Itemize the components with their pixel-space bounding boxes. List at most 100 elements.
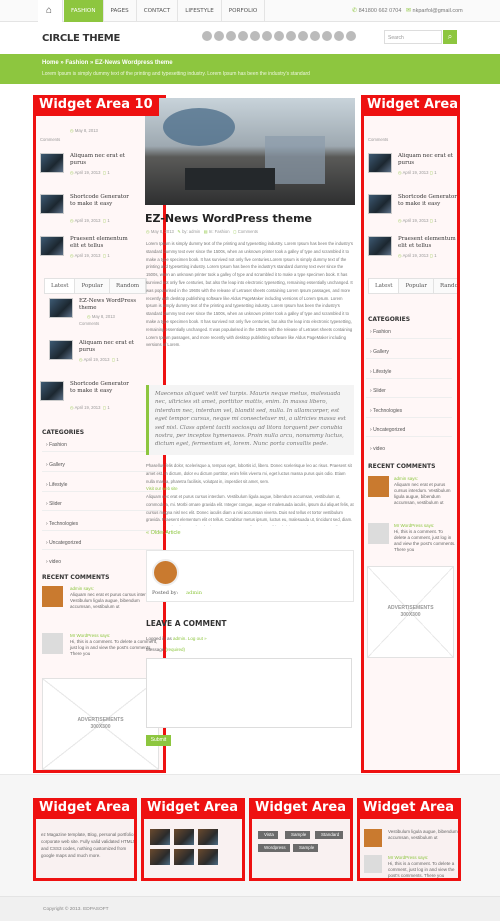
tab-latest[interactable]: Latest [369,279,400,293]
post-meta: ◷ April 19, 2013 ◻ 1 [398,170,437,175]
social-icon[interactable] [310,31,320,41]
photo-gallery [150,829,218,865]
post-title[interactable]: Shortcode Generator to make it easy [70,194,132,208]
post-title[interactable]: EZ-News WordPress theme [79,298,141,312]
post-thumbnail[interactable] [49,340,73,360]
tag-item[interactable]: Wordpress [258,844,290,852]
tab-popular[interactable]: Popular [399,279,434,293]
gallery-photo[interactable] [198,829,218,845]
social-icon[interactable] [322,31,332,41]
post-tabs: Latest Popular Random [368,278,457,294]
gallery-photo[interactable] [174,849,194,865]
social-icon[interactable] [346,31,356,41]
post-thumbnail[interactable] [368,194,392,214]
category-item[interactable]: › Lifestyle [366,369,452,379]
submit-button[interactable]: Submit [146,735,171,746]
avatar[interactable] [42,633,63,654]
tag-item[interactable]: Vista [258,831,278,839]
post-comments[interactable]: Comments [79,321,99,326]
category-item[interactable]: › Uncategorized [366,427,452,437]
author-link[interactable]: admin [186,590,202,596]
email-icon: ✉ [405,8,412,14]
avatar[interactable] [152,559,179,586]
category-item[interactable]: › Lifestyle [42,482,162,492]
tab-latest[interactable]: Latest [45,279,76,293]
avatar[interactable] [42,586,63,607]
social-icon[interactable] [262,31,272,41]
category-item[interactable]: › Uncategorized [42,540,162,550]
category-item[interactable]: › Technologies [366,408,452,418]
logout-link[interactable]: Log out » [188,636,207,641]
avatar[interactable] [368,476,389,497]
post-comments[interactable]: Comments [368,137,388,142]
logged-in-text: Logged in as admin. Log out » [146,636,207,641]
message-label: Message (required) [146,647,186,652]
post-thumbnail[interactable] [368,236,392,256]
search-button[interactable]: ⌕ [443,30,457,44]
category-item[interactable]: › Gallery [366,349,452,359]
author-box: Posted by: admin [146,550,354,602]
post-thumbnail[interactable] [368,153,392,173]
gallery-photo[interactable] [174,829,194,845]
post-title[interactable]: Aliquam nec erat et purus [398,153,457,167]
social-icon[interactable] [298,31,308,41]
post-thumbnail[interactable] [49,298,73,318]
category-item[interactable]: › Gallery [42,462,162,472]
social-icon[interactable] [238,31,248,41]
social-icon[interactable] [226,31,236,41]
post-title[interactable]: Aliquam nec erat et purus [70,153,132,167]
featured-image[interactable] [145,98,355,205]
menu-item-contact[interactable]: CONTACT [137,0,179,22]
category-item[interactable]: › Slider [42,501,162,511]
site-logo[interactable]: CIRCLE THEME [42,33,120,44]
tab-popular[interactable]: Popular [75,279,110,293]
post-title[interactable]: Praesent elementum elit et tellus [398,236,457,250]
social-icon[interactable] [334,31,344,41]
gallery-photo[interactable] [150,829,170,845]
tab-random[interactable]: Random [110,279,147,293]
post-title[interactable]: Shortcode Generator to make it easy [398,194,457,208]
social-icon[interactable] [286,31,296,41]
message-textarea[interactable] [146,658,352,728]
category-item[interactable]: › Technologies [42,521,162,531]
post-thumbnail[interactable] [40,194,64,214]
post-title[interactable]: Shortcode Generator to make it easy [70,381,132,395]
social-icon[interactable] [202,31,212,41]
category-item[interactable]: › Fashion [366,329,452,339]
gallery-photo[interactable] [198,849,218,865]
older-article-link[interactable]: « Older Article [146,530,181,536]
tag-item[interactable]: Sample [293,844,319,852]
gallery-photo[interactable] [150,849,170,865]
post-thumbnail[interactable] [40,381,64,401]
post-thumbnail[interactable] [40,236,64,256]
tab-random[interactable]: Random [434,279,457,293]
post-thumbnail[interactable] [40,153,64,173]
tag-item[interactable]: Standard [315,831,344,839]
avatar[interactable] [364,855,382,873]
advertisement[interactable]: ADVERTISEMENTS 300X300 [367,566,454,658]
search-input[interactable]: Search [384,30,442,44]
user-link[interactable]: admin [173,636,185,641]
menu-item-fashion[interactable]: FASHION [64,0,104,22]
post-comments[interactable]: Comments [40,137,60,142]
avatar[interactable] [364,829,382,847]
social-icon[interactable] [214,31,224,41]
avatar[interactable] [368,523,389,544]
category-item[interactable]: › Fashion [42,442,162,452]
breadcrumb[interactable]: Home » Fashion » EZ-News Wordpress theme [42,60,173,66]
post-title[interactable]: Praesent elementum elit et tellus [70,236,132,250]
home-button[interactable]: ⌂ [38,0,63,22]
menu-item-lifestyle[interactable]: LIFESTYLE [178,0,222,22]
post-title[interactable]: Aliquam nec erat et purus [79,340,141,354]
category-item[interactable]: › video [46,559,61,565]
category-item[interactable]: › Slider [366,388,452,398]
advertisement[interactable]: ADVERTISEMENTS 300X300 [42,678,159,770]
social-icon[interactable] [250,31,260,41]
email-address[interactable]: nkparfol@gmail.com [413,8,463,14]
social-icon[interactable] [274,31,284,41]
menu-item-pages[interactable]: PAGES [104,0,137,22]
tag-item[interactable]: Sample [285,831,311,839]
menu-item-portfolio[interactable]: PORFOLIO [222,0,266,22]
category-item[interactable]: › video [370,446,385,452]
post-link[interactable]: Visit our web site [146,485,354,493]
